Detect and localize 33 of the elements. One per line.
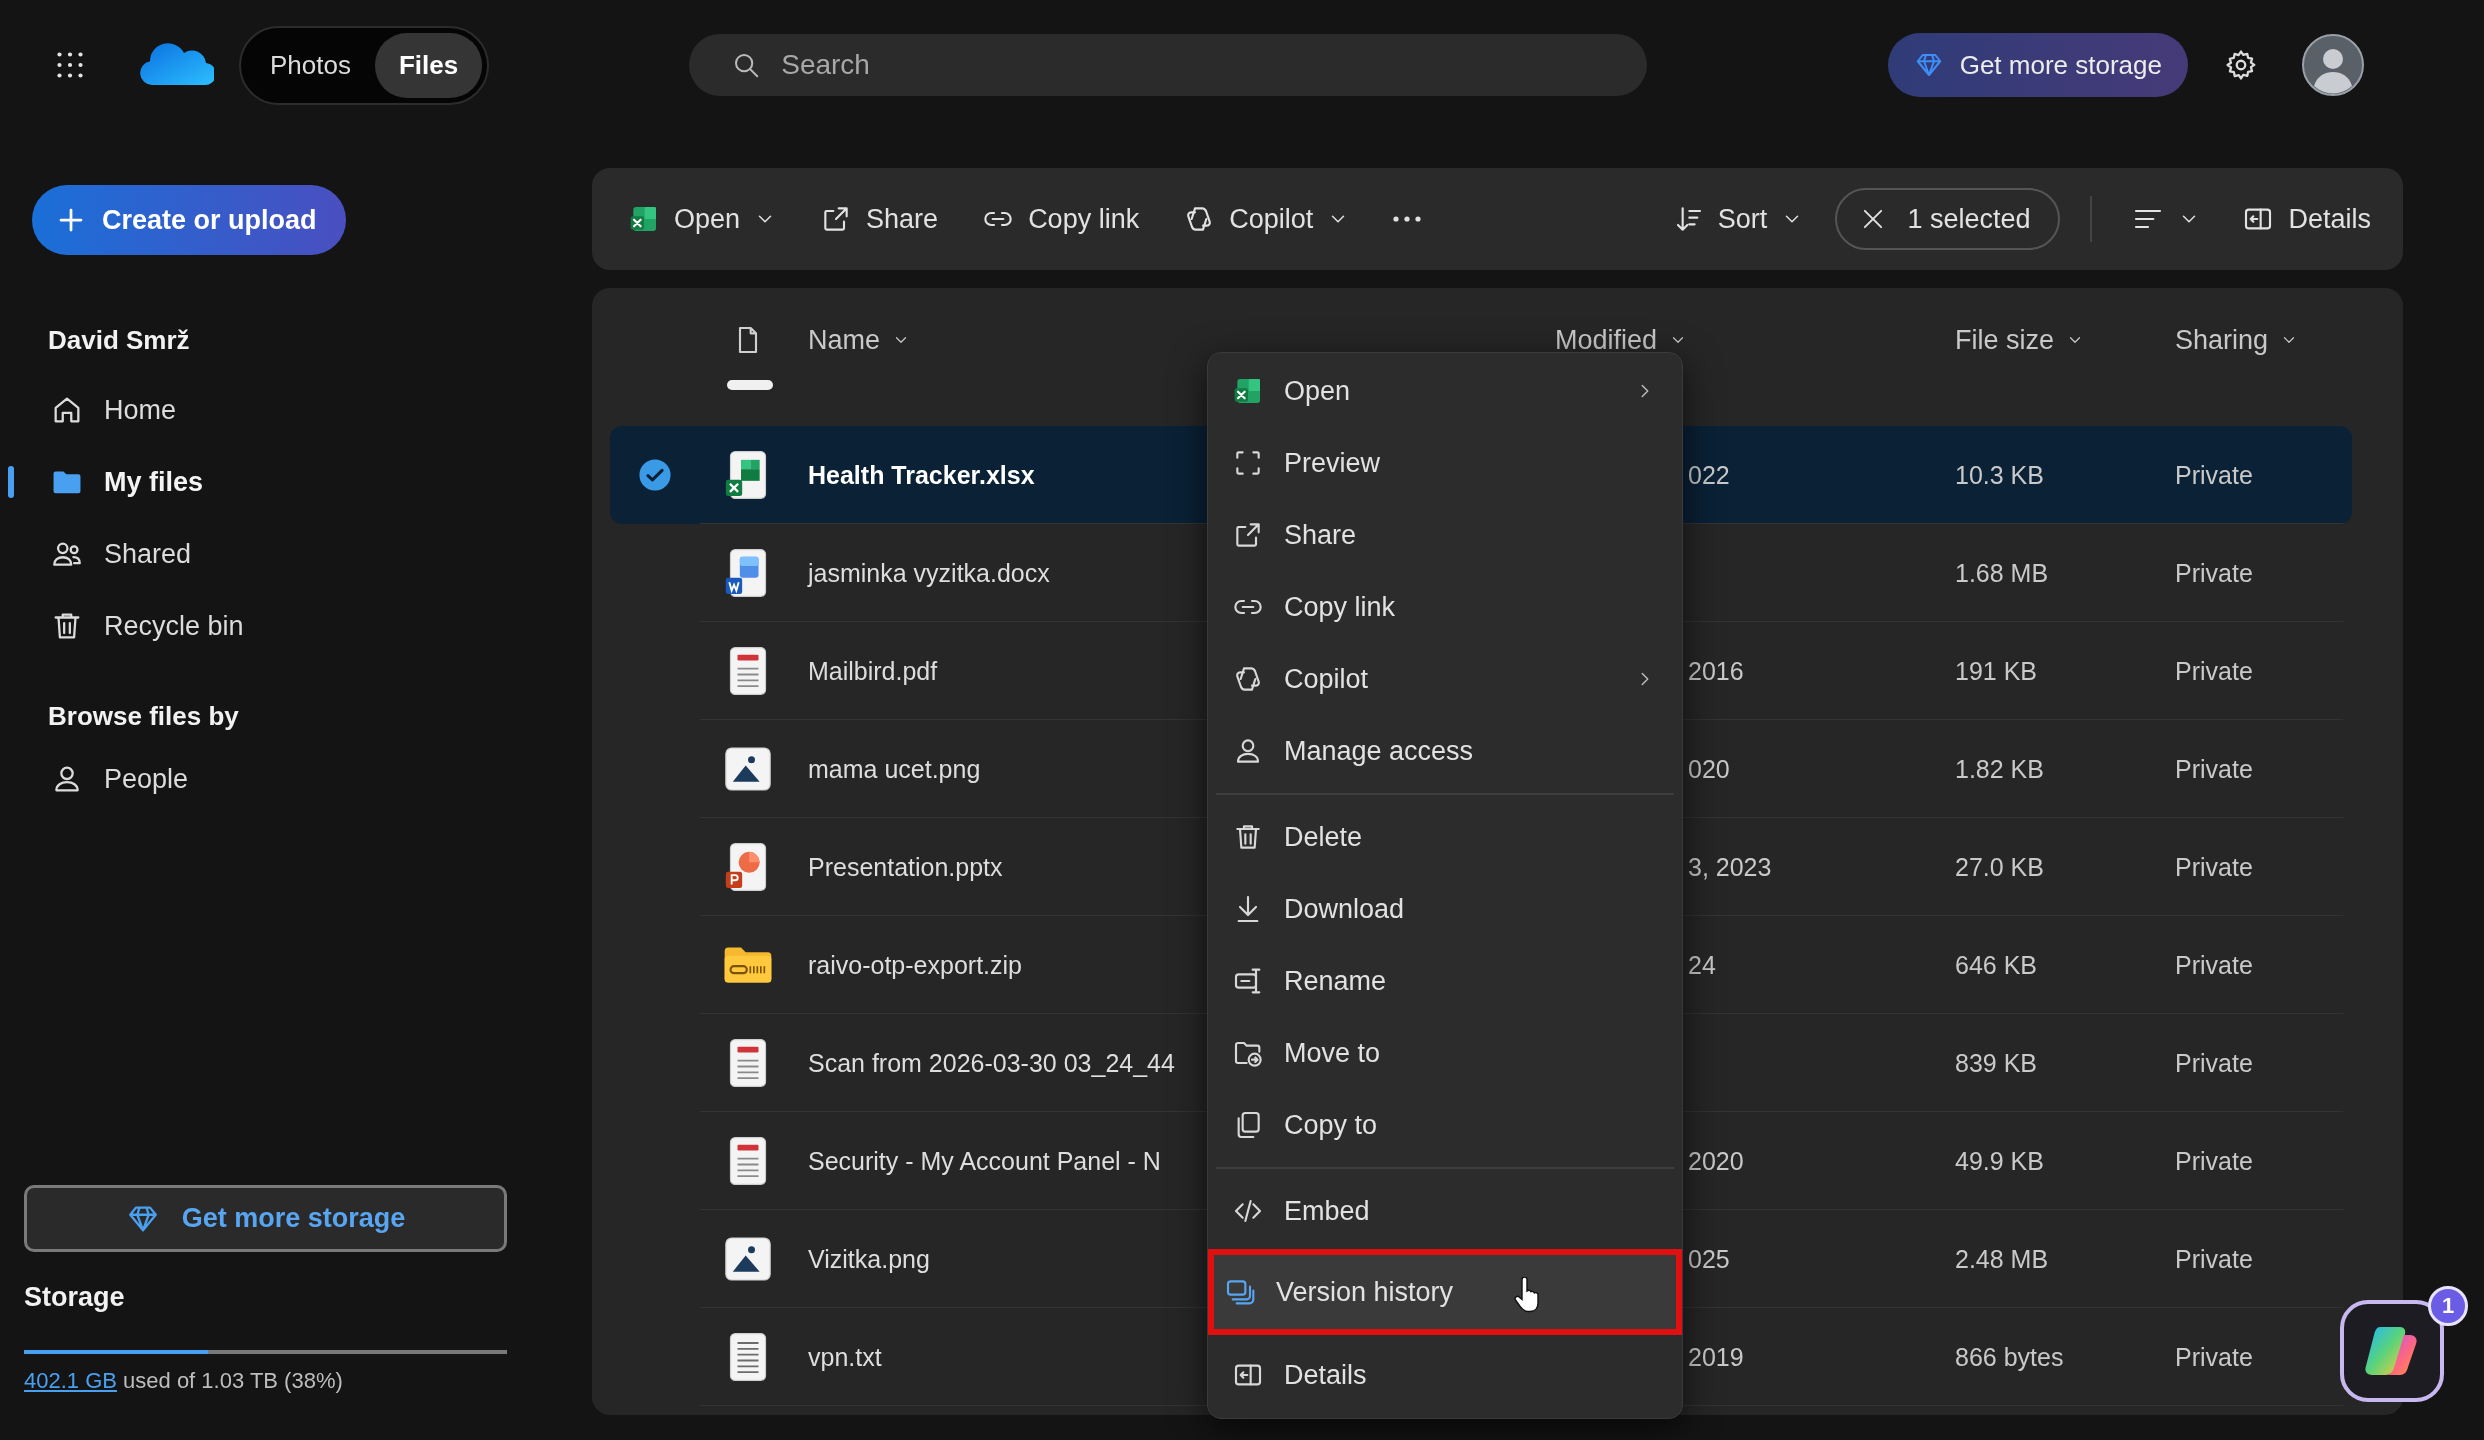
sharing-status: Private <box>2175 754 2253 783</box>
section-heading: Browse files by <box>48 701 240 731</box>
modified-date: 2019 <box>1688 1342 1744 1371</box>
sharing-status: Private <box>2175 558 2253 587</box>
file-size: 10.3 KB <box>1955 460 2044 489</box>
storage-heading: Storage <box>24 1282 126 1312</box>
file-size: 1.82 KB <box>1955 754 2044 783</box>
file-size: 646 KB <box>1955 950 2037 979</box>
sharing-status: Private <box>2175 1244 2253 1273</box>
file-size: 866 bytes <box>1955 1342 2064 1371</box>
modified-date: 020 <box>1688 754 1730 783</box>
file-size: 2.48 MB <box>1955 1244 2049 1273</box>
sharing-status: Private <box>2175 950 2253 979</box>
account-name: David Smrž <box>48 325 191 355</box>
sharing-status: Private <box>2175 1048 2253 1077</box>
file-size: 27.0 KB <box>1955 852 2044 881</box>
file-size: 1.68 MB <box>1955 558 2049 587</box>
sharing-status: Private <box>2175 1146 2253 1175</box>
modified-date: 022 <box>1688 460 1730 489</box>
file-size: 191 KB <box>1955 656 2037 685</box>
storage-usage-text: 402.1 GB used of 1.03 TB (38%) <box>24 1368 344 1394</box>
modified-date: 2020 <box>1688 1146 1744 1175</box>
sharing-status: Private <box>2175 656 2253 685</box>
file-size: 839 KB <box>1955 1048 2037 1077</box>
modified-date: 025 <box>1688 1244 1730 1273</box>
modified-date: 2016 <box>1688 656 1744 685</box>
modified-date: 3, 2023 <box>1688 852 1772 881</box>
notification-badge: 1 <box>2428 1286 2468 1326</box>
sharing-status: Private <box>2175 460 2253 489</box>
sharing-status: Private <box>2175 1342 2253 1371</box>
sharing-status: Private <box>2175 852 2253 881</box>
file-size: 49.9 KB <box>1955 1146 2044 1175</box>
modified-date: 24 <box>1688 950 1716 979</box>
